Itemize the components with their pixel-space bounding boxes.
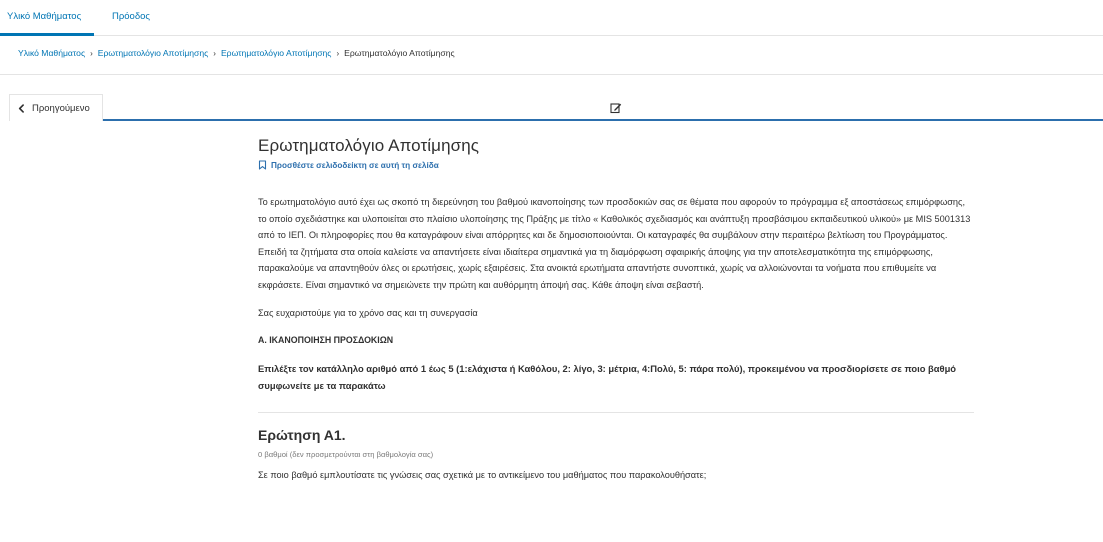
breadcrumb-link-course[interactable]: Υλικό Μαθήματος: [18, 48, 85, 58]
breadcrumb-separator: ›: [336, 49, 340, 58]
sequence-item-active[interactable]: [605, 97, 627, 119]
course-tabs: Υλικό Μαθήματος Πρόοδος: [0, 0, 1103, 36]
question-points: 0 βαθμοί (δεν προσμετρούνται στη βαθμολο…: [258, 450, 434, 459]
intro-paragraph: Το ερωτηματολόγιο αυτό έχει ως σκοπό τη …: [258, 197, 971, 290]
breadcrumb-separator: ›: [213, 49, 216, 58]
header-divider: [0, 74, 1103, 75]
sequence-nav: Προηγούμενο: [9, 94, 1103, 121]
bookmark-label: Προσθέστε σελιδοδείκτη σε αυτή τη σελίδα: [271, 160, 439, 170]
tab-progress[interactable]: Πρόοδος: [112, 11, 150, 22]
breadcrumb-link-section[interactable]: Ερωτηματολόγιο Αποτίμησης: [98, 48, 209, 58]
section-heading: Α. ΙΚΑΝΟΠΟΙΗΣΗ ΠΡΟΣΔΟΚΙΩΝ: [258, 335, 394, 345]
question-title: Ερώτηση Α1.: [258, 427, 346, 443]
edit-icon: [610, 103, 622, 114]
problem-divider: [258, 412, 974, 413]
unit-content: Ερωτηματολόγιο Αποτίμησης Προσθέστε σελι…: [258, 136, 974, 480]
tab-course[interactable]: Υλικό Μαθήματος: [7, 11, 81, 22]
breadcrumb: Υλικό Μαθήματος › Ερωτηματολόγιο Αποτίμηση…: [18, 48, 455, 58]
breadcrumb-current: Ερωτηματολόγιο Αποτίμησης: [344, 48, 455, 58]
active-tab-indicator: [0, 33, 94, 36]
previous-button[interactable]: Προηγούμενο: [9, 94, 103, 121]
chevron-left-icon: [18, 103, 24, 113]
bookmark-button[interactable]: Προσθέστε σελιδοδείκτη σε αυτή τη σελίδα: [258, 160, 974, 170]
previous-label: Προηγούμενο: [32, 102, 90, 114]
bookmark-icon: [258, 160, 267, 170]
question-text: Σε ποιο βαθμό εμπλουτίσατε τις γνώσεις σ…: [258, 470, 707, 480]
thanks-text: Σας ευχαριστούμε για το χρόνο σας και τη…: [258, 308, 478, 318]
page-title: Ερωτηματολόγιο Αποτίμησης: [258, 136, 480, 155]
breadcrumb-separator: ›: [90, 49, 93, 58]
breadcrumb-link-subsection[interactable]: Ερωτηματολόγιο Αποτίμησης: [221, 48, 332, 58]
instructions-text: Επιλέξτε τον κατάλληλο αριθμό από 1 έως …: [258, 363, 957, 391]
